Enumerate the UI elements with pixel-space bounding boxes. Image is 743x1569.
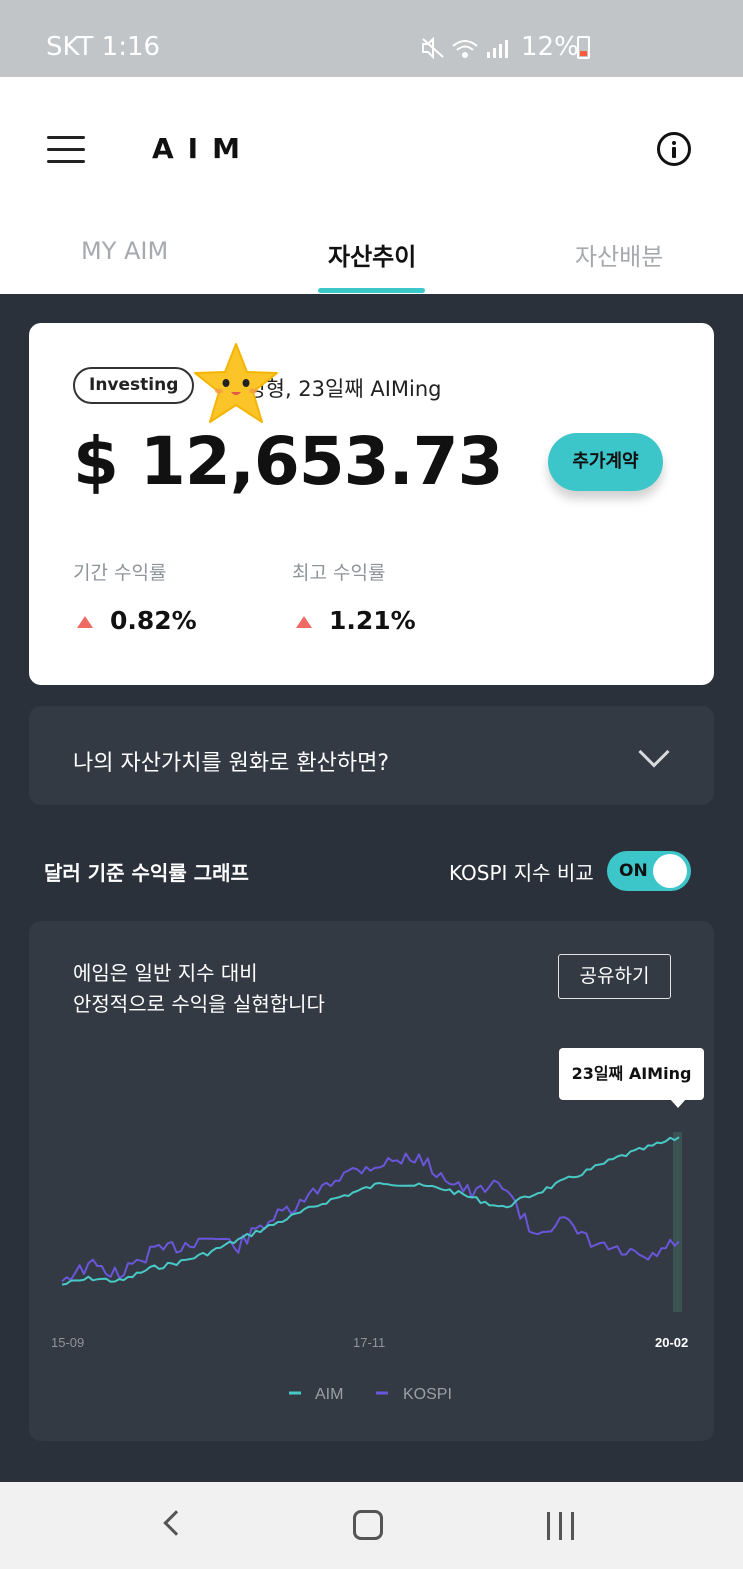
status-icons bbox=[422, 36, 508, 60]
carrier-time: SKT 1:16 bbox=[46, 32, 161, 62]
chart-card: 에임은 일반 지수 대비 안정적으로 수익을 실현합니다 공유하기 23일째 A… bbox=[29, 921, 714, 1441]
status-bar: SKT 1:16 12% bbox=[0, 0, 743, 77]
up-triangle-icon bbox=[77, 616, 93, 628]
x-tick-label: 20-02 bbox=[655, 1335, 688, 1350]
tab-my-aim[interactable]: MY AIM bbox=[81, 237, 168, 265]
tab-asset-trend[interactable]: 자산추이 bbox=[328, 237, 416, 272]
current-highlight-bar bbox=[673, 1132, 682, 1312]
home-icon[interactable] bbox=[353, 1510, 383, 1540]
signal-icon bbox=[487, 40, 508, 58]
tab-asset-allocation[interactable]: 자산배분 bbox=[575, 237, 663, 272]
max-return-label: 최고 수익률 bbox=[292, 562, 386, 584]
period-return-label: 기간 수익률 bbox=[73, 562, 167, 584]
hamburger-menu-icon[interactable] bbox=[47, 136, 85, 164]
kospi-series-line bbox=[61, 1152, 680, 1283]
add-contract-button[interactable]: 추가계약 bbox=[548, 433, 663, 491]
kospi-compare-label: KOSPI 지수 비교 bbox=[449, 861, 594, 885]
system-nav-bar bbox=[0, 1482, 743, 1569]
status-badge: Investing bbox=[73, 367, 195, 404]
asset-summary-card: Investing 안정형, 23일째 AIMing $ 12,653.73 추… bbox=[29, 323, 714, 685]
x-tick-label: 17-11 bbox=[353, 1335, 385, 1350]
wifi-icon bbox=[452, 40, 478, 58]
info-icon[interactable] bbox=[657, 132, 691, 166]
period-return-value: 0.82% bbox=[110, 606, 197, 635]
x-tick-label: 15-09 bbox=[51, 1335, 84, 1350]
kospi-compare-toggle[interactable]: ON bbox=[607, 851, 691, 891]
battery-percent: 12% bbox=[521, 32, 579, 62]
aim-series-line bbox=[61, 1136, 680, 1286]
legend-kospi-label: KOSPI bbox=[403, 1386, 452, 1403]
return-line-chart: 15-09 17-11 20-02 AIM KOSPI bbox=[51, 1132, 688, 1403]
recent-apps-icon[interactable] bbox=[547, 1512, 575, 1540]
star-mascot-icon bbox=[194, 343, 278, 423]
legend-aim-label: AIM bbox=[315, 1386, 343, 1403]
max-return-value: 1.21% bbox=[329, 606, 416, 635]
tab-bar: MY AIM 자산추이 자산배분 bbox=[0, 237, 743, 294]
krw-conversion-accordion[interactable]: 나의 자산가치를 원화로 환산하면? bbox=[29, 706, 714, 805]
app-logo: AIM bbox=[152, 132, 254, 165]
back-icon[interactable] bbox=[163, 1510, 189, 1536]
active-tab-indicator bbox=[318, 288, 425, 293]
chevron-down-icon bbox=[638, 736, 670, 768]
up-triangle-icon bbox=[296, 616, 312, 628]
conversion-question: 나의 자산가치를 원화로 환산하면? bbox=[73, 751, 390, 776]
total-asset-amount: $ 12,653.73 bbox=[73, 423, 504, 500]
mute-icon bbox=[422, 36, 444, 60]
battery-icon bbox=[577, 36, 590, 59]
graph-title: 달러 기준 수익률 그래프 bbox=[44, 861, 249, 885]
toggle-knob bbox=[653, 854, 687, 888]
toggle-state-label: ON bbox=[619, 861, 648, 881]
app-header: AIM MY AIM 자산추이 자산배분 bbox=[0, 77, 743, 294]
